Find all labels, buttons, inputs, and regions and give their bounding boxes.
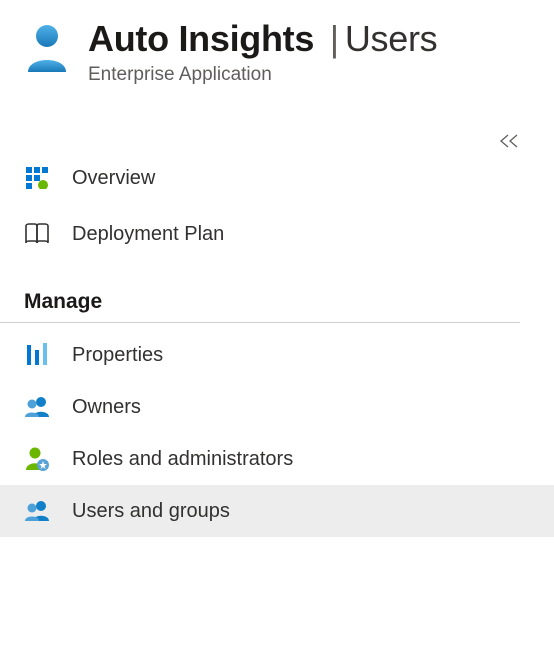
- nav-item-overview[interactable]: Overview: [0, 152, 554, 204]
- app-person-icon: [24, 22, 70, 79]
- page-name: Users: [345, 18, 438, 59]
- roles-admin-icon: [24, 446, 50, 472]
- users-groups-people-icon: [24, 498, 50, 524]
- nav-item-users-groups[interactable]: Users and groups: [0, 485, 554, 537]
- nav-label: Owners: [72, 396, 141, 419]
- nav-item-deployment-plan[interactable]: Deployment Plan: [0, 208, 554, 260]
- owners-people-icon: [24, 394, 50, 420]
- section-label-manage: Manage: [0, 280, 520, 323]
- nav-label: Deployment Plan: [72, 223, 224, 246]
- sidebar-nav: Overview Deployment Plan Manage Properti…: [0, 152, 554, 537]
- nav-item-roles[interactable]: Roles and administrators: [0, 433, 554, 485]
- page-title: Auto Insights |Users: [88, 18, 554, 60]
- deployment-plan-book-icon: [24, 221, 50, 247]
- nav-label: Roles and administrators: [72, 448, 293, 471]
- properties-sliders-icon: [24, 342, 50, 368]
- overview-grid-icon: [24, 165, 50, 191]
- page-subtitle: Enterprise Application: [88, 64, 554, 86]
- app-name: Auto Insights: [88, 18, 314, 59]
- title-separator: |: [330, 18, 339, 59]
- nav-item-owners[interactable]: Owners: [0, 381, 554, 433]
- page-header: Auto Insights |Users Enterprise Applicat…: [0, 0, 554, 86]
- collapse-sidebar-button[interactable]: [498, 134, 520, 153]
- nav-label: Users and groups: [72, 500, 230, 523]
- nav-label: Properties: [72, 344, 163, 367]
- nav-label: Overview: [72, 167, 155, 190]
- nav-item-properties[interactable]: Properties: [0, 329, 554, 381]
